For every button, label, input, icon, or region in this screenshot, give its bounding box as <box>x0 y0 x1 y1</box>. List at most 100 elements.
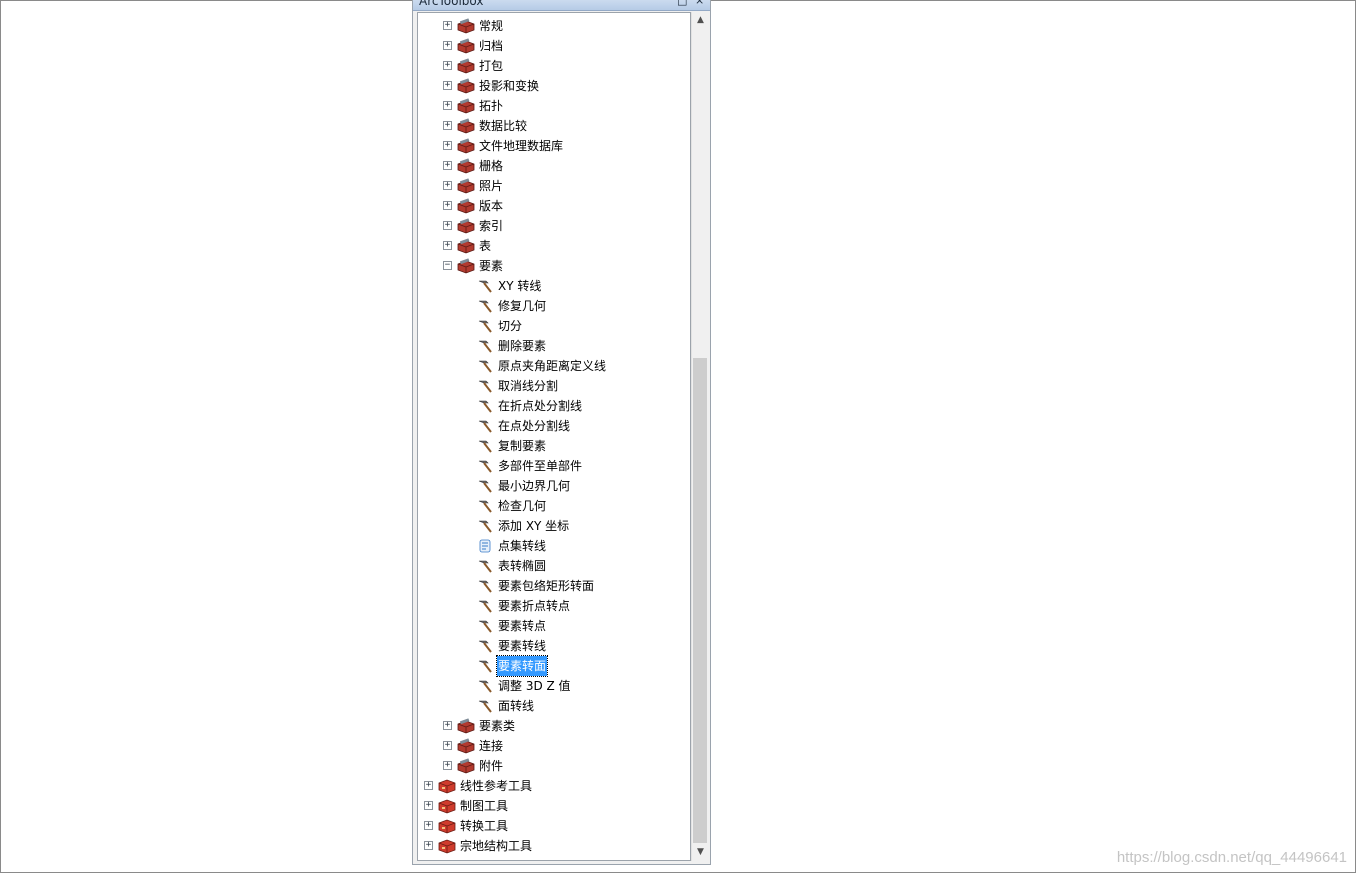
tool-item[interactable]: 切分 <box>418 316 690 336</box>
tool-item[interactable]: 删除要素 <box>418 336 690 356</box>
toolset-item[interactable]: − 要素 <box>418 256 690 276</box>
tree-item-label: 切分 <box>498 319 523 333</box>
collapse-icon[interactable]: − <box>443 261 452 270</box>
expand-icon[interactable]: + <box>443 101 452 110</box>
tool-item[interactable]: 要素折点转点 <box>418 596 690 616</box>
expand-icon[interactable]: + <box>443 241 452 250</box>
expand-icon[interactable]: + <box>443 221 452 230</box>
river-bank-left-lower <box>1 663 413 727</box>
toolset-item[interactable]: + 投影和变换 <box>418 76 690 96</box>
tool-item[interactable]: 要素转面 <box>418 655 690 677</box>
pin-icon[interactable]: □ <box>677 0 687 7</box>
expand-icon[interactable]: + <box>443 61 452 70</box>
toolset-item[interactable]: + 照片 <box>418 176 690 196</box>
tool-item[interactable]: 面转线 <box>418 696 690 716</box>
toolset-item[interactable]: + 栅格 <box>418 156 690 176</box>
toolset-item[interactable]: + 索引 <box>418 216 690 236</box>
toolbox-icon <box>438 818 456 834</box>
expand-icon[interactable]: + <box>424 841 433 850</box>
toolbox-icon <box>438 798 456 814</box>
tree-item-label: 连接 <box>479 739 504 753</box>
toolset-icon <box>457 218 475 234</box>
toolset-item[interactable]: + 打包 <box>418 56 690 76</box>
tool-item[interactable]: 复制要素 <box>418 436 690 456</box>
close-icon[interactable]: × <box>695 0 704 7</box>
tool-item[interactable]: 要素转线 <box>418 636 690 656</box>
tree-item-label: 归档 <box>479 39 504 53</box>
tool-item[interactable]: 要素包络矩形转面 <box>418 576 690 596</box>
tree-item-label: 制图工具 <box>460 799 509 813</box>
tool-item[interactable]: XY 转线 <box>418 276 690 296</box>
tree-item-label: 附件 <box>479 759 504 773</box>
toolbox-titlebar[interactable]: ArcToolbox □ × <box>413 0 710 11</box>
tool-item[interactable]: 原点夹角距离定义线 <box>418 356 690 376</box>
toolset-item[interactable]: + 数据比较 <box>418 116 690 136</box>
scroll-down-icon[interactable]: ▼ <box>692 844 709 861</box>
toolset-icon <box>457 178 475 194</box>
hammer-icon <box>476 598 494 614</box>
expand-icon[interactable]: + <box>424 781 433 790</box>
tree-item-label: 取消线分割 <box>498 379 559 393</box>
toolset-item[interactable]: + 要素类 <box>418 716 690 736</box>
tool-item[interactable]: 在折点处分割线 <box>418 396 690 416</box>
tool-item[interactable]: 检查几何 <box>418 496 690 516</box>
scroll-thumb[interactable] <box>693 358 707 843</box>
expand-icon[interactable]: + <box>443 761 452 770</box>
tree-item-label: 在折点处分割线 <box>498 399 583 413</box>
tree-item-label: 照片 <box>479 179 504 193</box>
toolset-item[interactable]: + 拓扑 <box>418 96 690 116</box>
tool-item[interactable]: 最小边界几何 <box>418 476 690 496</box>
toolbox-item[interactable]: + 转换工具 <box>418 816 690 836</box>
tool-item[interactable]: 在点处分割线 <box>418 416 690 436</box>
tool-item[interactable]: 要素转点 <box>418 616 690 636</box>
tool-item[interactable]: 调整 3D Z 值 <box>418 676 690 696</box>
toolset-item[interactable]: + 附件 <box>418 756 690 776</box>
vertical-scrollbar[interactable]: ▲ ▼ <box>691 12 709 861</box>
expand-icon[interactable]: + <box>443 141 452 150</box>
expand-icon[interactable]: + <box>443 81 452 90</box>
toolset-item[interactable]: + 文件地理数据库 <box>418 136 690 156</box>
tree-item-label: 索引 <box>479 219 504 233</box>
toolset-item[interactable]: + 连接 <box>418 736 690 756</box>
river-bank-lower <box>713 1 1161 273</box>
tree-item-label: 数据比较 <box>479 119 528 133</box>
toolbox-item[interactable]: + 线性参考工具 <box>418 776 690 796</box>
toolset-item[interactable]: + 归档 <box>418 36 690 56</box>
tree-item-label: 打包 <box>479 59 504 73</box>
toolbox-item[interactable]: + 宗地结构工具 <box>418 836 690 856</box>
expand-icon[interactable]: + <box>443 121 452 130</box>
toolset-item[interactable]: + 常规 <box>418 16 690 36</box>
hammer-icon <box>476 398 494 414</box>
tree-item-label: 表转椭圆 <box>498 559 547 573</box>
tool-item[interactable]: 取消线分割 <box>418 376 690 396</box>
tree-item-label: 删除要素 <box>498 339 547 353</box>
expand-icon[interactable]: + <box>443 741 452 750</box>
expand-icon[interactable]: + <box>424 821 433 830</box>
expand-icon[interactable]: + <box>443 721 452 730</box>
tree-item-label: 点集转线 <box>498 539 547 553</box>
expand-icon[interactable]: + <box>424 801 433 810</box>
tool-item[interactable]: 多部件至单部件 <box>418 456 690 476</box>
tool-item[interactable]: 添加 XY 坐标 <box>418 516 690 536</box>
expand-icon[interactable]: + <box>443 201 452 210</box>
scroll-up-icon[interactable]: ▲ <box>692 12 709 29</box>
toolset-item[interactable]: + 表 <box>418 236 690 256</box>
tree-item-label: 在点处分割线 <box>498 419 571 433</box>
expand-icon[interactable]: + <box>443 21 452 30</box>
tool-item[interactable]: 修复几何 <box>418 296 690 316</box>
expand-icon[interactable]: + <box>443 181 452 190</box>
tree-item-label: 要素折点转点 <box>498 599 571 613</box>
expand-icon[interactable]: + <box>443 161 452 170</box>
toolbox-tree[interactable]: + 常规 + 归档 + 打包 + 投影和变换 + 拓扑 + 数据比较 + 文件地理数据库 + 栅格 + 照片 + 版本… <box>417 12 691 861</box>
toolset-icon <box>457 718 475 734</box>
watermark: https://blog.csdn.net/qq_44496641 <box>1116 849 1347 866</box>
tree-item-label: 要素类 <box>479 719 516 733</box>
hammer-icon <box>476 618 494 634</box>
arctoolbox-window[interactable]: ArcToolbox □ × + 常规 + 归档 + 打包 + 投影和变换 + 拓扑 + 数据比较 + 文… <box>412 0 711 865</box>
tool-item[interactable]: 表转椭圆 <box>418 556 690 576</box>
toolbox-item[interactable]: + 制图工具 <box>418 796 690 816</box>
expand-icon[interactable]: + <box>443 41 452 50</box>
tool-item[interactable]: 点集转线 <box>418 536 690 556</box>
toolset-icon <box>457 58 475 74</box>
toolset-item[interactable]: + 版本 <box>418 196 690 216</box>
